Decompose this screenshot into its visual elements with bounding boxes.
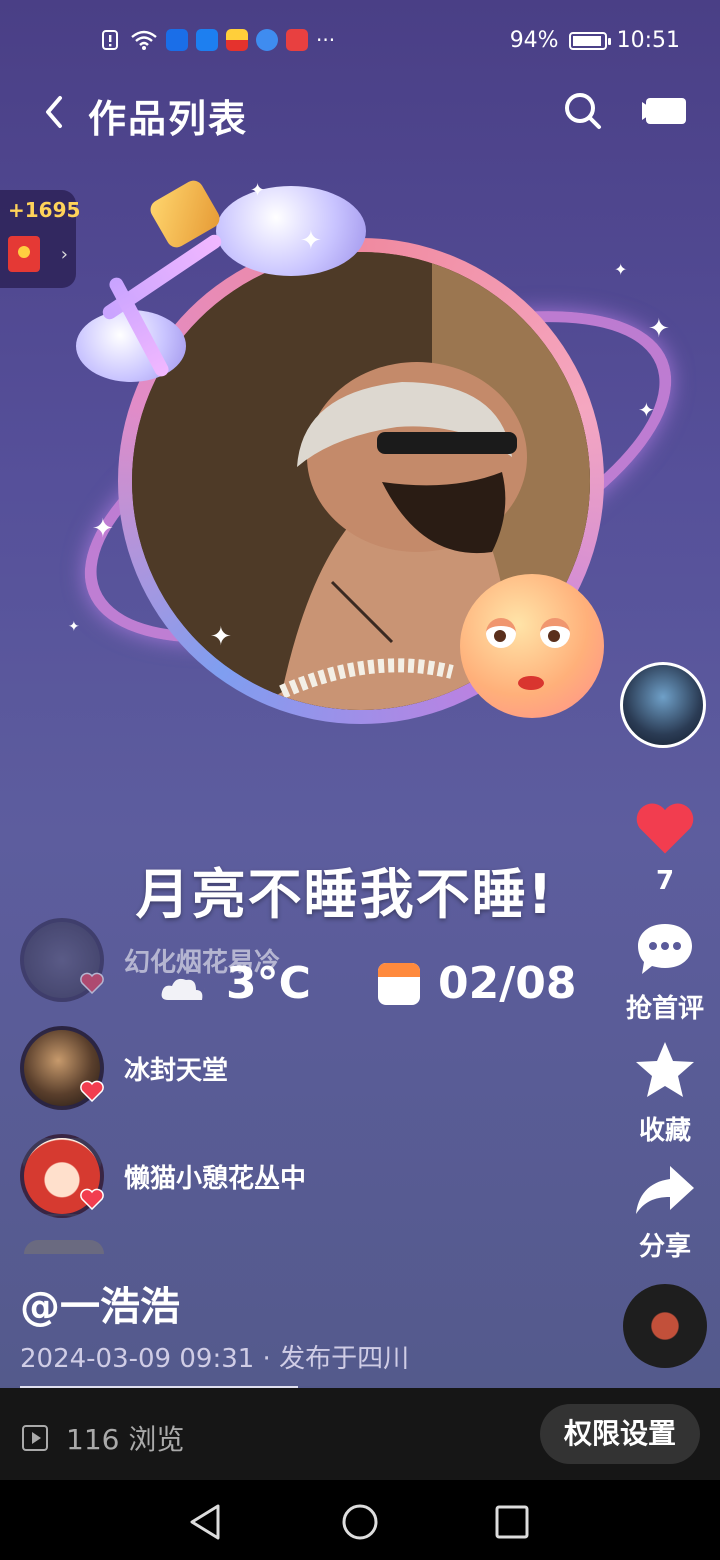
clock: 10:51 (616, 28, 680, 53)
back-arrow-icon[interactable] (36, 92, 76, 132)
comment-label: 抢首评 (625, 994, 704, 1024)
sparkle-icon: ✦ (68, 619, 80, 635)
post-meta: 2024-03-09 09:31 · 发布于四川 (20, 1344, 410, 1374)
views-indicator: 116 浏览 (22, 1418, 184, 1458)
like-button[interactable]: 7 (610, 800, 720, 896)
video-camera-icon[interactable] (642, 94, 686, 126)
date-widget: 02/08 (378, 958, 577, 1009)
post-date: 02/08 (438, 958, 577, 1009)
favorite-label: 收藏 (638, 1116, 691, 1146)
nav-recents-icon[interactable] (492, 1502, 532, 1542)
like-count: 7 (655, 866, 675, 896)
system-nav-bar (0, 1480, 720, 1560)
alert-icon (102, 30, 118, 50)
video-screen[interactable]: ··· 94% 10:51 作品列表 +1695 › ✦ ✦ ✦ ✦ ✦ ✦ ✦… (0, 0, 720, 1388)
status-bar: ··· 94% 10:51 (0, 0, 720, 84)
battery-icon (568, 31, 611, 50)
liker-name: 幻化烟花易冷 (124, 947, 281, 978)
battery-level (572, 35, 601, 46)
author-avatar[interactable] (620, 662, 706, 748)
share-button[interactable]: 分享 (610, 1164, 720, 1263)
star-icon (636, 1042, 694, 1097)
sparkle-icon: ✦ (210, 622, 232, 652)
heart-icon (80, 972, 104, 994)
play-icon (22, 1425, 48, 1451)
avatar (20, 1026, 104, 1110)
liker-item-partial (24, 1240, 104, 1254)
heart-icon (636, 803, 694, 854)
bulb-app-icon (196, 29, 218, 51)
header: 作品列表 (0, 84, 720, 144)
music-disc[interactable] (623, 1284, 707, 1368)
page-title: 作品列表 (88, 97, 249, 141)
shield-app-icon (166, 29, 188, 51)
book-app-icon (286, 29, 308, 51)
share-arrow-icon (636, 1166, 694, 1214)
more-indicator: ··· (316, 28, 336, 52)
liker-name: 冰封天堂 (124, 1055, 229, 1086)
status-right: 94% 10:51 (510, 28, 680, 53)
sparkle-icon: ✦ (92, 514, 114, 544)
news-app-icon (226, 29, 248, 51)
nav-home-icon[interactable] (340, 1502, 380, 1542)
sparkle-icon: ✦ (648, 314, 670, 344)
emoji-eye (486, 618, 516, 648)
avatar (20, 1134, 104, 1218)
liker-item[interactable]: 幻化烟花易冷 (20, 918, 280, 1002)
nav-back-icon[interactable] (186, 1502, 226, 1542)
cloud-decoration (216, 186, 366, 276)
views-count: 116 浏览 (66, 1423, 185, 1456)
calendar-icon (378, 962, 420, 1005)
rolling-eyes-emoji (460, 574, 604, 718)
search-icon[interactable] (562, 90, 602, 130)
post-artwork: ✦ ✦ ✦ ✦ ✦ ✦ ✦ ✦ (0, 160, 720, 760)
browser-app-icon (256, 29, 278, 51)
liker-item[interactable]: 懒猫小憩花丛中 (20, 1134, 306, 1218)
emoji-eye (540, 618, 570, 648)
sparkle-icon: ✦ (300, 226, 322, 256)
avatar (20, 918, 104, 1002)
wifi-icon (131, 30, 157, 50)
liker-item[interactable]: 冰封天堂 (20, 1026, 228, 1110)
comment-icon (638, 924, 692, 974)
sparkle-icon: ✦ (638, 398, 655, 422)
sparkle-icon: ✦ (614, 260, 628, 279)
heart-icon (80, 1188, 104, 1210)
permission-settings-button[interactable]: 权限设置 (539, 1404, 700, 1464)
favorite-button[interactable]: 收藏 (610, 1040, 720, 1147)
liker-name: 懒猫小憩花丛中 (124, 1163, 307, 1194)
author-handle[interactable]: @一浩浩 (20, 1274, 180, 1332)
share-label: 分享 (638, 1232, 691, 1262)
battery-percent: 94% (509, 28, 559, 53)
sparkle-icon: ✦ (250, 180, 266, 201)
notification-icons: ··· (100, 28, 335, 52)
emoji-mouth (518, 676, 544, 690)
comment-button[interactable]: 抢首评 (610, 920, 720, 1025)
bottom-bar: 116 浏览 权限设置 (0, 1388, 720, 1480)
heart-icon (80, 1080, 104, 1102)
